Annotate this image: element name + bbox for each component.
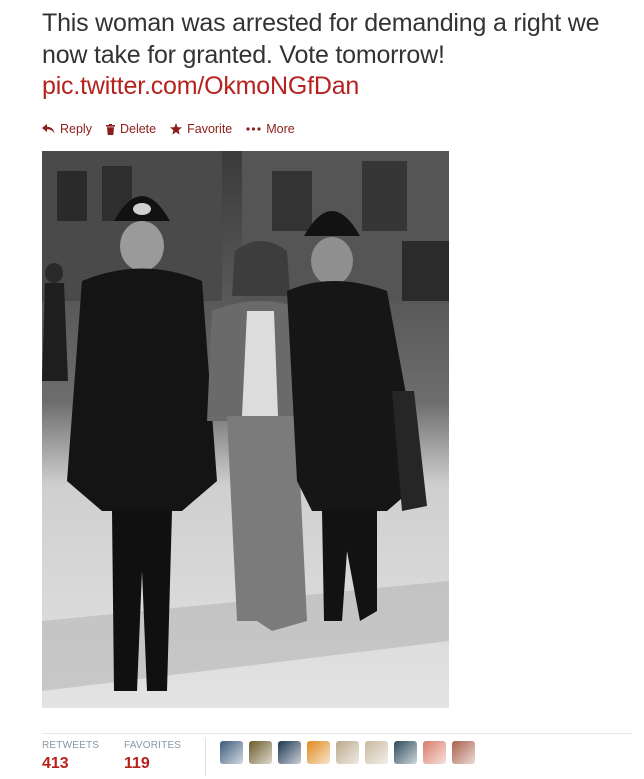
- tweet-photo[interactable]: [42, 151, 449, 708]
- more-button[interactable]: More: [246, 122, 295, 136]
- trash-icon: [105, 123, 115, 135]
- avatar[interactable]: [220, 741, 243, 764]
- retweets-stat[interactable]: RETWEETS 413: [42, 740, 99, 773]
- stats-vertical-divider: [205, 738, 206, 776]
- avatar[interactable]: [365, 741, 388, 764]
- avatar[interactable]: [423, 741, 446, 764]
- tweet-media-link[interactable]: pic.twitter.com/OkmoNGfDan: [42, 72, 359, 100]
- tweet-actions: Reply Delete Favorite More: [42, 122, 295, 136]
- avatar[interactable]: [452, 741, 475, 764]
- avatar[interactable]: [249, 741, 272, 764]
- stats-divider-line: [42, 733, 632, 734]
- favorite-button[interactable]: Favorite: [170, 122, 232, 136]
- retweets-label: RETWEETS: [42, 740, 100, 751]
- more-label: More: [266, 122, 295, 136]
- favoriters-avatars: [220, 741, 475, 764]
- delete-label: Delete: [119, 122, 157, 136]
- more-dots-icon: [246, 127, 261, 131]
- tweet-body: This woman was arrested for demanding a …: [42, 9, 600, 69]
- star-icon: [170, 123, 183, 135]
- retweets-count: 413: [42, 755, 69, 772]
- tweet-text: This woman was arrested for demanding a …: [42, 8, 632, 103]
- favorites-stat[interactable]: FAVORITES 119: [124, 740, 181, 773]
- avatar[interactable]: [278, 741, 301, 764]
- reply-icon: [42, 124, 55, 134]
- reply-button[interactable]: Reply: [42, 122, 92, 136]
- favorite-label: Favorite: [187, 122, 233, 136]
- delete-button[interactable]: Delete: [105, 122, 157, 136]
- reply-label: Reply: [60, 122, 92, 136]
- favorites-label: FAVORITES: [124, 740, 182, 751]
- avatar[interactable]: [394, 741, 417, 764]
- avatar[interactable]: [336, 741, 359, 764]
- photo-illustration: [42, 151, 449, 708]
- favorites-count: 119: [124, 755, 150, 772]
- avatar[interactable]: [307, 741, 330, 764]
